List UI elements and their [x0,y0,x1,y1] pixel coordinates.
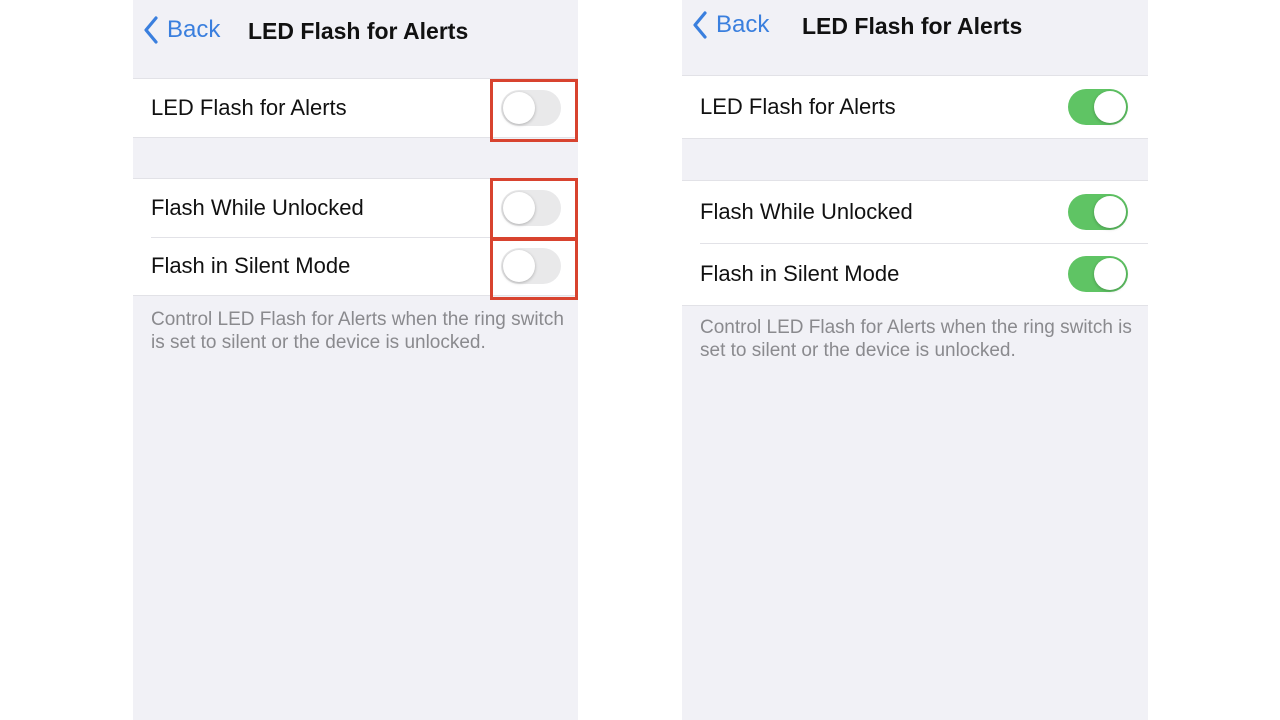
settings-screen-before: Back LED Flash for Alerts LED Flash for … [133,0,578,720]
chevron-left-icon [693,11,707,39]
option-row: Flash While Unlocked [682,181,1148,243]
highlight-box [490,178,578,240]
led-flash-toggle[interactable] [1068,89,1128,125]
option-label: Flash in Silent Mode [700,261,900,286]
flash-in-silent-mode-toggle[interactable] [1068,256,1128,292]
option-label: Flash While Unlocked [151,195,364,220]
option-row: Flash in Silent Mode [682,243,1148,305]
nav-bar: Back LED Flash for Alerts [682,0,1148,64]
back-label: Back [167,16,221,43]
options-group: Flash While Unlocked Flash in Silent Mod… [682,180,1148,306]
main-toggle-label: LED Flash for Alerts [151,95,347,120]
toggle-knob [1094,258,1126,290]
main-toggle-label: LED Flash for Alerts [700,94,896,119]
settings-screen-after: Back LED Flash for Alerts LED Flash for … [682,0,1148,720]
flash-while-unlocked-toggle[interactable] [1068,194,1128,230]
footnote: Control LED Flash for Alerts when the ri… [151,309,564,353]
option-label: Flash in Silent Mode [151,253,351,278]
toggle-knob [1094,91,1126,123]
back-button[interactable]: Back [692,11,769,39]
chevron-left-icon [144,16,158,44]
main-toggle-group: LED Flash for Alerts [682,75,1148,139]
option-label: Flash While Unlocked [700,199,913,224]
toggle-knob [1094,196,1126,228]
page-title: LED Flash for Alerts [248,18,469,44]
back-button[interactable]: Back [143,16,220,44]
footnote: Control LED Flash for Alerts when the ri… [700,317,1132,361]
highlight-box [490,79,578,142]
highlight-box [490,238,578,300]
nav-bar: Back LED Flash for Alerts [133,0,578,64]
page-title: LED Flash for Alerts [802,13,1023,39]
back-label: Back [716,11,770,38]
main-toggle-row: LED Flash for Alerts [682,76,1148,138]
